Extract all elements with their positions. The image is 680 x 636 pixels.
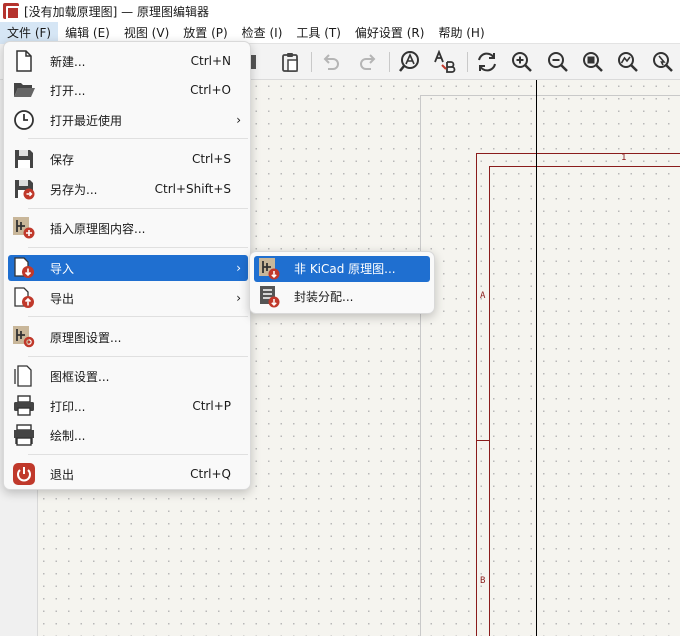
footprint-assign-icon [260, 286, 280, 308]
schematic-setup-icon [13, 326, 35, 348]
file-menu-dropdown: 新建... Ctrl+N 打开... Ctrl+O 打开最近使用 › 保存 Ct… [3, 41, 251, 490]
clock-icon [14, 110, 34, 130]
printer-icon [14, 395, 34, 416]
import-icon [14, 257, 34, 278]
menu-item-import[interactable]: 导入 › [8, 255, 248, 281]
zoom-selection-icon[interactable] [650, 49, 676, 75]
new-file-icon [16, 50, 32, 72]
non-kicad-schematic-icon [259, 258, 280, 280]
page-settings-icon [14, 365, 32, 387]
save-icon [15, 150, 33, 168]
menu-tools[interactable]: 工具 (T) [289, 22, 348, 44]
menu-item-page-settings[interactable]: 图框设置... [8, 363, 248, 389]
redo-icon[interactable] [355, 49, 381, 75]
zoom-fit-icon[interactable] [580, 49, 606, 75]
menu-item-new[interactable]: 新建... Ctrl+N [8, 48, 248, 74]
menu-item-quit[interactable]: 退出 Ctrl+Q [8, 461, 248, 487]
find-icon[interactable] [397, 49, 423, 75]
menu-preferences[interactable]: 偏好设置 (R) [348, 22, 432, 44]
menu-item-import-non-kicad[interactable]: 非 KiCad 原理图... [254, 256, 430, 282]
zoom-in-icon[interactable] [509, 49, 535, 75]
frame-zone-tick [476, 440, 489, 441]
menu-item-print[interactable]: 打印... Ctrl+P [8, 393, 248, 419]
plotter-icon [14, 424, 34, 446]
frame-label-b: B [480, 576, 486, 586]
menu-item-export[interactable]: 导出 › [8, 285, 248, 311]
menu-item-open-recent[interactable]: 打开最近使用 › [8, 107, 248, 133]
import-submenu: 非 KiCad 原理图... 封装分配... [249, 251, 435, 314]
menu-item-schematic-setup[interactable]: 原理图设置... [8, 324, 248, 350]
paste-icon[interactable] [277, 49, 303, 75]
open-folder-icon [14, 83, 35, 97]
menu-item-open[interactable]: 打开... Ctrl+O [8, 77, 248, 103]
zoom-out-icon[interactable] [545, 49, 571, 75]
menu-help[interactable]: 帮助 (H) [431, 22, 491, 44]
menu-item-plot[interactable]: 绘制... [8, 422, 248, 448]
menu-item-save[interactable]: 保存 Ctrl+S [8, 146, 248, 172]
submenu-arrow-icon: › [236, 261, 241, 275]
insert-schematic-icon [13, 217, 35, 239]
submenu-arrow-icon: › [236, 113, 241, 127]
save-as-icon [15, 180, 35, 200]
find-replace-icon[interactable] [432, 49, 458, 75]
undo-icon[interactable] [318, 49, 344, 75]
zoom-objects-icon[interactable] [615, 49, 641, 75]
menu-item-save-as[interactable]: 另存为... Ctrl+Shift+S [8, 176, 248, 202]
power-icon [13, 463, 35, 485]
window-title: [没有加载原理图] — 原理图编辑器 [24, 4, 209, 19]
export-icon [14, 287, 34, 308]
submenu-arrow-icon: › [236, 291, 241, 305]
menu-item-insert-schematic[interactable]: 插入原理图内容... [8, 215, 248, 241]
frame-label-a: A [480, 291, 486, 301]
frame-label-1: 1 [621, 153, 627, 163]
menu-item-import-footprint-assign[interactable]: 封装分配... [254, 284, 430, 310]
crosshair-cursor-line [536, 80, 537, 636]
title-bar: [没有加载原理图] — 原理图编辑器 [0, 0, 680, 22]
title-frame-inner [489, 166, 680, 636]
refresh-icon[interactable] [474, 49, 500, 75]
kicad-app-icon [3, 3, 20, 20]
